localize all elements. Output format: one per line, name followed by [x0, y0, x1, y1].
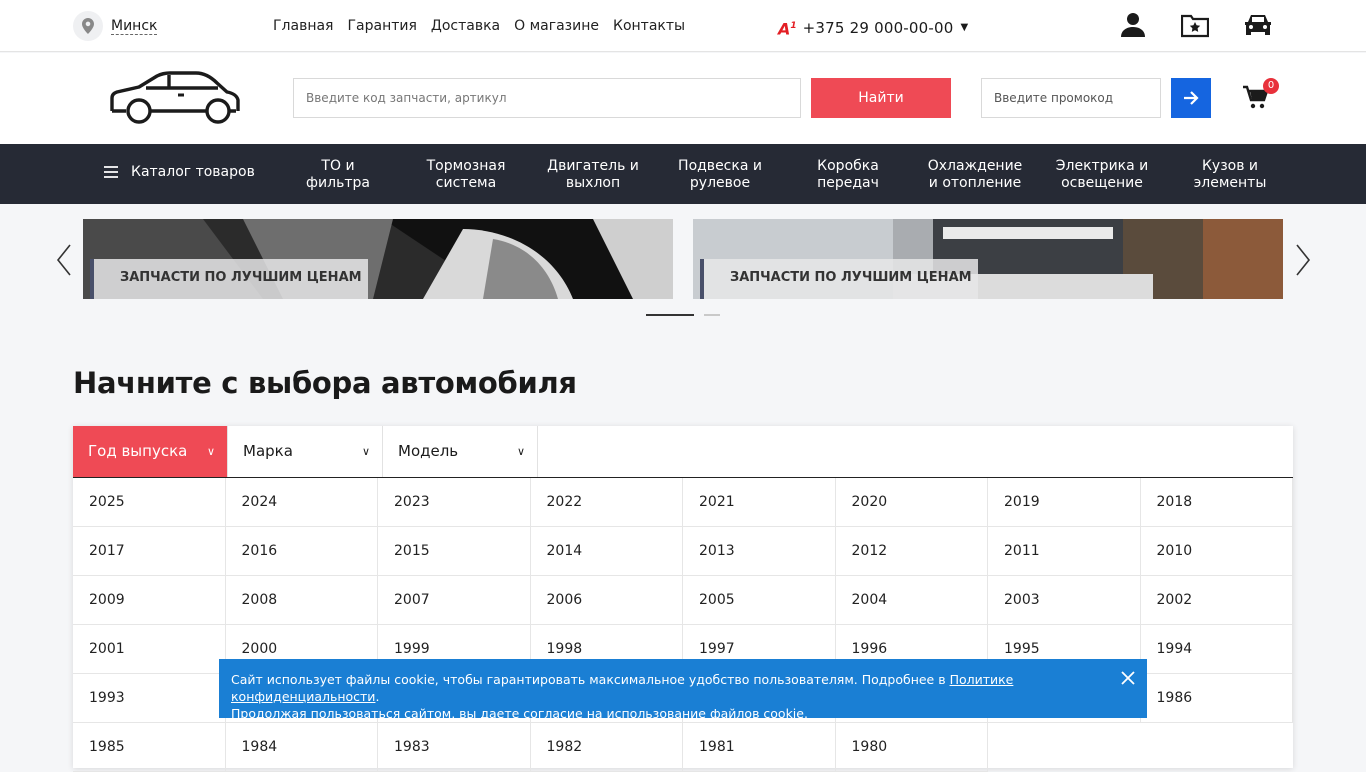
selector-tabs: Год выпуска ∨ Марка ∨ Модель ∨ [73, 426, 1293, 478]
search-button[interactable]: Найти [811, 78, 951, 118]
tab-year[interactable]: Год выпуска ∨ [73, 426, 228, 477]
nav-link-warranty[interactable]: Гарантия [347, 17, 416, 35]
year-option-1981[interactable]: 1981 [683, 723, 836, 772]
category-bar: Каталог товаров ТО и фильтра Тормозная сис… [0, 144, 1366, 204]
city-selector[interactable]: Минск [73, 11, 158, 41]
year-option-2013[interactable]: 2013 [683, 527, 836, 576]
year-option-2010[interactable]: 2010 [1140, 527, 1293, 576]
site-logo-car-icon[interactable] [106, 71, 240, 129]
chevron-down-icon: ∨ [206, 445, 215, 458]
category-electrics-lighting[interactable]: Электрика и освещение [1056, 158, 1149, 192]
category-cooling-heating[interactable]: Охлаждение и отопление [928, 158, 1023, 192]
year-option-2001[interactable]: 2001 [73, 625, 226, 674]
promo-code-input[interactable]: Введите промокод [981, 78, 1161, 118]
tab-brand[interactable]: Марка ∨ [228, 426, 383, 477]
catalog-menu-button[interactable]: Каталог товаров [104, 164, 255, 180]
year-option-2022[interactable]: 2022 [530, 478, 683, 527]
year-option-2014[interactable]: 2014 [530, 527, 683, 576]
year-option-2004[interactable]: 2004 [835, 576, 988, 625]
year-option-2016[interactable]: 2016 [225, 527, 378, 576]
slider-dot-active[interactable] [646, 314, 694, 316]
tab-model[interactable]: Модель ∨ [383, 426, 538, 477]
favorites-folder-icon[interactable] [1180, 12, 1210, 40]
category-engine-exhaust[interactable]: Двигатель и выхлоп [547, 158, 639, 192]
year-option-1985[interactable]: 1985 [73, 723, 226, 772]
year-option-1994[interactable]: 1994 [1140, 625, 1293, 674]
category-brake-system[interactable]: Тормозная система [427, 158, 506, 192]
slider-prev-arrow-icon[interactable] [56, 244, 72, 280]
year-option-2017[interactable]: 2017 [73, 527, 226, 576]
slider-dot[interactable] [704, 314, 720, 316]
year-option-1986[interactable]: 1986 [1140, 674, 1293, 723]
cookie-banner: Сайт использует файлы cookie, чтобы гара… [219, 659, 1147, 721]
year-option-2011[interactable]: 2011 [988, 527, 1141, 576]
year-option-2019[interactable]: 2019 [988, 478, 1141, 527]
operator-logo: A1 [778, 19, 797, 39]
catalog-label: Каталог товаров [131, 164, 255, 180]
category-transmission[interactable]: Коробка передач [817, 158, 879, 192]
year-option-2002[interactable]: 2002 [1140, 576, 1293, 625]
slider-banner[interactable]: ЗАПЧАСТИ ПО ЛУЧШИМ ЦЕНАМ [693, 219, 1283, 299]
chevron-down-icon: ∨ [516, 445, 525, 458]
year-option-2021[interactable]: 2021 [683, 478, 836, 527]
user-icon[interactable] [1120, 12, 1148, 40]
year-option-1983[interactable]: 1983 [378, 723, 531, 772]
slider-next-arrow-icon[interactable] [1295, 244, 1311, 280]
banner-caption: ЗАПЧАСТИ ПО ЛУЧШИМ ЦЕНАМ [90, 259, 368, 299]
year-option-2024[interactable]: 2024 [225, 478, 378, 527]
section-title: Начните с выбора автомобиля [73, 366, 577, 400]
arrow-right-icon [1184, 91, 1199, 105]
phone-number[interactable]: +375 29 000-00-00 [803, 19, 954, 37]
close-icon[interactable] [1121, 671, 1137, 687]
year-option-2012[interactable]: 2012 [835, 527, 988, 576]
year-option-1980[interactable]: 1980 [835, 723, 988, 772]
phone-selector[interactable]: A1 +375 29 000-00-00 ▼ [778, 17, 968, 38]
top-bar: Минск Главная Гарантия Доставка О магази… [0, 0, 1366, 52]
cart-count-badge: 0 [1263, 78, 1279, 94]
nav-link-home[interactable]: Главная [273, 17, 333, 35]
top-navigation: Главная Гарантия Доставка О магазине Кон… [273, 17, 699, 35]
year-option-2015[interactable]: 2015 [378, 527, 531, 576]
year-option-2018[interactable]: 2018 [1140, 478, 1293, 527]
location-pin-icon [73, 11, 103, 41]
caret-down-icon[interactable]: ▼ [961, 22, 969, 33]
nav-link-delivery[interactable]: Доставка [431, 17, 500, 35]
category-maintenance-filters[interactable]: ТО и фильтра [306, 158, 370, 192]
cookie-consent-text: Продолжая пользоваться сайтом, вы даете … [231, 706, 808, 721]
year-option-2007[interactable]: 2007 [378, 576, 531, 625]
year-option-1982[interactable]: 1982 [530, 723, 683, 772]
chevron-down-icon: ∨ [361, 445, 370, 458]
garage-car-icon[interactable] [1243, 12, 1271, 40]
year-option-2006[interactable]: 2006 [530, 576, 683, 625]
main-header: Введите код запчасти, артикул Найти Введ… [0, 53, 1366, 144]
year-option-2008[interactable]: 2008 [225, 576, 378, 625]
year-option-2009[interactable]: 2009 [73, 576, 226, 625]
banner-caption: ЗАПЧАСТИ ПО ЛУЧШИМ ЦЕНАМ [700, 259, 978, 299]
city-name[interactable]: Минск [111, 18, 158, 35]
burger-menu-icon [104, 166, 118, 178]
year-option-2020[interactable]: 2020 [835, 478, 988, 527]
year-option-2005[interactable]: 2005 [683, 576, 836, 625]
year-option-1984[interactable]: 1984 [225, 723, 378, 772]
part-search-input[interactable]: Введите код запчасти, артикул [293, 78, 801, 118]
year-option-2003[interactable]: 2003 [988, 576, 1141, 625]
nav-link-contacts[interactable]: Контакты [613, 17, 685, 35]
year-option-2025[interactable]: 2025 [73, 478, 226, 527]
cookie-text: Сайт использует файлы cookie, чтобы гара… [231, 672, 950, 687]
category-body-elements[interactable]: Кузов и элементы [1194, 158, 1267, 192]
apply-promo-button[interactable] [1171, 78, 1211, 118]
nav-link-about[interactable]: О магазине [514, 17, 599, 35]
category-suspension-steering[interactable]: Подвеска и рулевое [678, 158, 762, 192]
year-option-2023[interactable]: 2023 [378, 478, 531, 527]
year-option-1993[interactable]: 1993 [73, 674, 226, 723]
slider-banner[interactable]: ЗАПЧАСТИ ПО ЛУЧШИМ ЦЕНАМ [83, 219, 673, 299]
